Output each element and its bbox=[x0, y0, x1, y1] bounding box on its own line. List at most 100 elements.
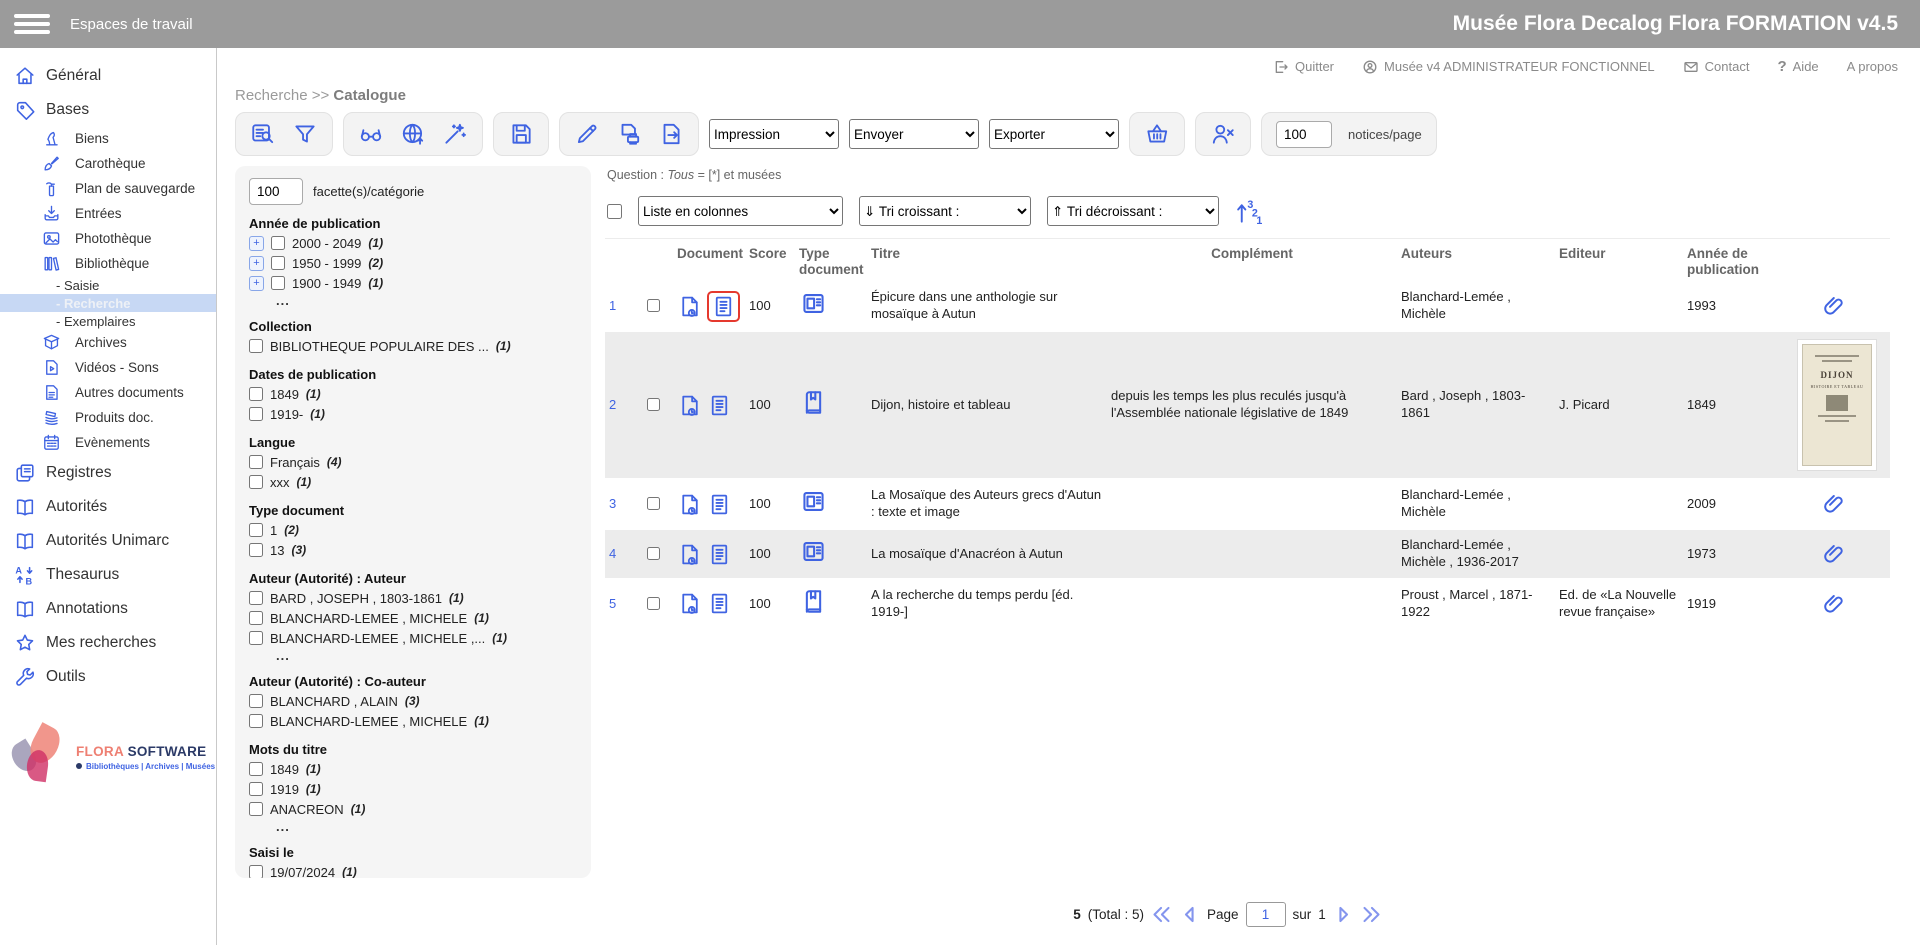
sidebar-item-entr-es[interactable]: Entrées bbox=[0, 201, 216, 226]
record-thumbnail[interactable]: DIJONHISTOIRE ET TABLEAU bbox=[1797, 339, 1877, 471]
facet-checkbox[interactable] bbox=[271, 236, 285, 250]
send-select[interactable]: Envoyer bbox=[849, 119, 979, 149]
facets-per-category-input[interactable] bbox=[249, 178, 303, 205]
sidebar-item-produits-doc[interactable]: Produits doc. bbox=[0, 405, 216, 430]
facet-checkbox[interactable] bbox=[249, 339, 263, 353]
about-link[interactable]: A propos bbox=[1847, 59, 1898, 74]
facet-checkbox[interactable] bbox=[249, 782, 263, 796]
attachment-paperclip-icon[interactable] bbox=[1779, 542, 1886, 566]
facet-checkbox[interactable] bbox=[249, 631, 263, 645]
print-doc-icon[interactable] bbox=[616, 121, 642, 147]
sidebar-item-ev-nements[interactable]: Evènements bbox=[0, 430, 216, 455]
row-checkbox[interactable] bbox=[647, 398, 660, 411]
record-title[interactable]: Épicure dans une anthologie sur mosaïque… bbox=[871, 289, 1057, 321]
quit-link[interactable]: Quitter bbox=[1273, 59, 1334, 75]
menu-icon[interactable] bbox=[14, 10, 50, 38]
document-notice-icon[interactable] bbox=[677, 591, 702, 616]
sidebar-item-caroth-que[interactable]: Carothèque bbox=[0, 151, 216, 176]
document-notice-icon[interactable] bbox=[677, 294, 702, 319]
sidebar-item-bases[interactable]: Bases bbox=[0, 94, 216, 126]
row-checkbox[interactable] bbox=[647, 547, 660, 560]
sort-descending-select[interactable]: ⇑ Tri décroissant : bbox=[1047, 196, 1219, 226]
row-checkbox[interactable] bbox=[647, 597, 660, 610]
sidebar-item-outils[interactable]: Outils bbox=[0, 661, 216, 693]
facet-checkbox[interactable] bbox=[249, 865, 263, 878]
document-text-icon[interactable] bbox=[707, 542, 732, 567]
last-page-button[interactable] bbox=[1361, 904, 1382, 925]
facet-checkbox[interactable] bbox=[249, 762, 263, 776]
sidebar-item-autres-documents[interactable]: Autres documents bbox=[0, 380, 216, 405]
sidebar-item-phototh-que[interactable]: Photothèque bbox=[0, 226, 216, 251]
contact-link[interactable]: Contact bbox=[1683, 59, 1750, 75]
save-icon[interactable] bbox=[508, 121, 534, 147]
export-doc-icon[interactable] bbox=[658, 121, 684, 147]
facet-checkbox[interactable] bbox=[249, 407, 263, 421]
basket-icon[interactable] bbox=[1144, 121, 1170, 147]
facet-checkbox[interactable] bbox=[249, 802, 263, 816]
workspaces-label[interactable]: Espaces de travail bbox=[70, 16, 193, 33]
globe-up-icon[interactable] bbox=[400, 121, 426, 147]
facet-checkbox[interactable] bbox=[249, 523, 263, 537]
facet-checkbox[interactable] bbox=[249, 694, 263, 708]
record-title[interactable]: A la recherche du temps perdu [éd. 1919-… bbox=[871, 587, 1073, 619]
help-link[interactable]: ? Aide bbox=[1777, 58, 1818, 75]
record-title[interactable]: La Mosaïque des Auteurs grecs d'Autun : … bbox=[871, 487, 1101, 519]
sidebar-item-vid-os-sons[interactable]: Vidéos - Sons bbox=[0, 355, 216, 380]
notices-per-page-input[interactable] bbox=[1276, 121, 1332, 148]
result-row-number[interactable]: 5 bbox=[609, 596, 616, 611]
sidebar-item-exemplaires[interactable]: - Exemplaires bbox=[0, 312, 216, 330]
sidebar-item-thesaurus[interactable]: ABThesaurus bbox=[0, 559, 216, 591]
result-row-number[interactable]: 2 bbox=[609, 397, 616, 412]
sidebar-item-saisie[interactable]: - Saisie bbox=[0, 276, 216, 294]
select-all-checkbox[interactable] bbox=[607, 204, 622, 219]
facet-checkbox[interactable] bbox=[249, 455, 263, 469]
facet-checkbox[interactable] bbox=[249, 387, 263, 401]
sidebar-item-recherche[interactable]: - Recherche bbox=[0, 294, 216, 312]
breadcrumb-section[interactable]: Recherche bbox=[235, 87, 308, 104]
sidebar-item-mes-recherches[interactable]: Mes recherches bbox=[0, 627, 216, 659]
attachment-paperclip-icon[interactable] bbox=[1779, 592, 1886, 616]
row-checkbox[interactable] bbox=[647, 299, 660, 312]
result-row-number[interactable]: 4 bbox=[609, 546, 616, 561]
result-row-number[interactable]: 3 bbox=[609, 496, 616, 511]
sidebar-item-annotations[interactable]: Annotations bbox=[0, 593, 216, 625]
next-page-button[interactable] bbox=[1333, 904, 1354, 925]
previous-page-button[interactable] bbox=[1179, 904, 1200, 925]
sort-321-icon[interactable]: 321 bbox=[1235, 198, 1262, 225]
record-title[interactable]: La mosaïque d'Anacréon à Autun bbox=[871, 546, 1063, 561]
facet-checkbox[interactable] bbox=[249, 543, 263, 557]
remove-user-icon[interactable] bbox=[1210, 121, 1236, 147]
first-page-button[interactable] bbox=[1151, 904, 1172, 925]
facet-more[interactable]: ... bbox=[249, 819, 577, 834]
facet-checkbox[interactable] bbox=[271, 256, 285, 270]
document-notice-icon[interactable] bbox=[677, 393, 702, 418]
document-notice-icon[interactable] bbox=[677, 542, 702, 567]
wand-icon[interactable] bbox=[442, 121, 468, 147]
glasses-icon[interactable] bbox=[358, 121, 384, 147]
pencil-icon[interactable] bbox=[574, 121, 600, 147]
export-select[interactable]: Exporter bbox=[989, 119, 1119, 149]
expand-facet-button[interactable]: + bbox=[249, 236, 264, 251]
sidebar-item-plan-de-sauvegarde[interactable]: Plan de sauvegarde bbox=[0, 176, 216, 201]
facet-checkbox[interactable] bbox=[249, 714, 263, 728]
facet-checkbox[interactable] bbox=[249, 591, 263, 605]
filter-icon[interactable] bbox=[292, 121, 318, 147]
sort-ascending-select[interactable]: ⇓ Tri croissant : bbox=[859, 196, 1031, 226]
sidebar-item-autorit-s-unimarc[interactable]: Autorités Unimarc bbox=[0, 525, 216, 557]
sidebar-item-autorit-s[interactable]: Autorités bbox=[0, 491, 216, 523]
sidebar-item-biblioth-que[interactable]: Bibliothèque bbox=[0, 251, 216, 276]
facet-checkbox[interactable] bbox=[249, 475, 263, 489]
facet-more[interactable]: ... bbox=[249, 648, 577, 663]
facet-checkbox[interactable] bbox=[249, 611, 263, 625]
account-link[interactable]: Musée v4 ADMINISTRATEUR FONCTIONNEL bbox=[1362, 59, 1655, 75]
document-text-icon[interactable] bbox=[707, 492, 732, 517]
document-text-icon[interactable] bbox=[707, 591, 732, 616]
sidebar-item-archives[interactable]: Archives bbox=[0, 330, 216, 355]
print-select[interactable]: Impression bbox=[709, 119, 839, 149]
result-row-number[interactable]: 1 bbox=[609, 298, 616, 313]
sidebar-item-g-n-ral[interactable]: Général bbox=[0, 60, 216, 92]
sidebar-item-biens[interactable]: Biens bbox=[0, 126, 216, 151]
attachment-paperclip-icon[interactable] bbox=[1779, 294, 1886, 318]
row-checkbox[interactable] bbox=[647, 497, 660, 510]
list-mode-select[interactable]: Liste en colonnes bbox=[638, 196, 843, 226]
